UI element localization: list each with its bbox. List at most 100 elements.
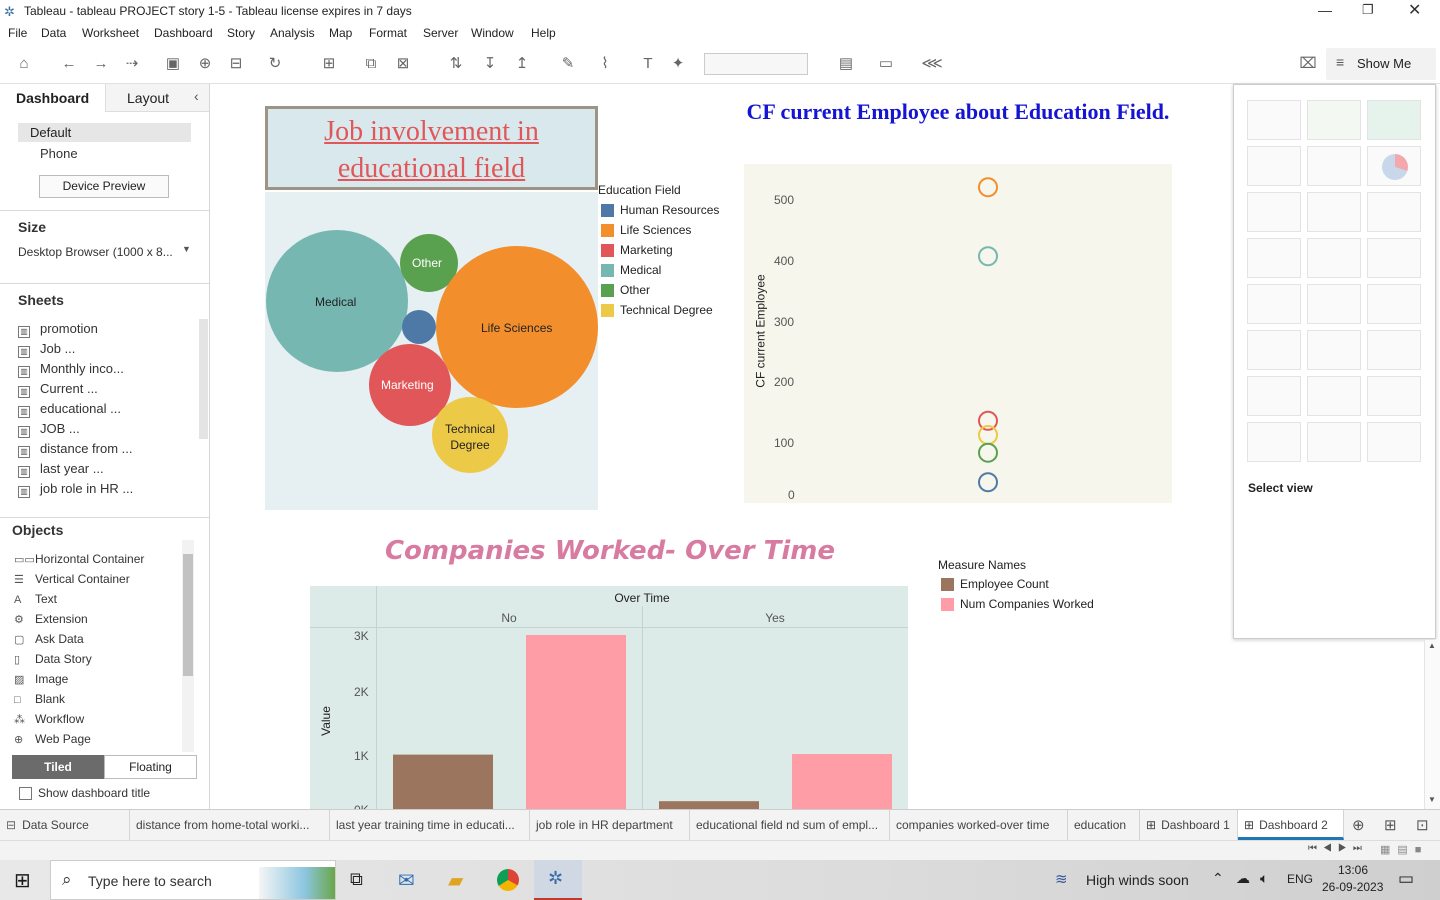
- canvas-scrollbar[interactable]: ▲ ▼: [1424, 640, 1440, 809]
- clear-sheet-icon[interactable]: ⊠: [392, 54, 414, 74]
- volume-icon[interactable]: 🔈︎: [1260, 870, 1268, 887]
- scatter-point-technical-degree[interactable]: [978, 425, 998, 445]
- chart-type-highlight-table[interactable]: [1367, 100, 1421, 140]
- size-dropdown-arrow-icon[interactable]: ▼: [182, 244, 191, 254]
- task-view-icon[interactable]: ⧉: [350, 869, 363, 890]
- object-vertical-container[interactable]: ☰ Vertical Container: [14, 572, 130, 586]
- view-switch-icon[interactable]: ▦▤■: [1380, 843, 1428, 856]
- sheet-item[interactable]: ▥ JOB ...: [18, 421, 80, 438]
- chart-type-text-table[interactable]: [1247, 100, 1301, 140]
- scatter-point-medical[interactable]: [978, 246, 998, 267]
- menu-window[interactable]: Window: [471, 26, 514, 40]
- home-icon[interactable]: ⌂: [13, 54, 35, 74]
- scatter-point-other[interactable]: [978, 442, 998, 463]
- menu-server[interactable]: Server: [423, 26, 458, 40]
- chart-type-packed-bubbles[interactable]: [1367, 422, 1421, 462]
- object-ask-data[interactable]: ▢ Ask Data: [14, 632, 84, 646]
- highlight-icon[interactable]: ✎: [557, 54, 579, 74]
- chart-type-box-whisker[interactable]: [1367, 376, 1421, 416]
- restore-icon[interactable]: ❐: [1362, 2, 1374, 18]
- sheet-item[interactable]: ▥ last year ...: [18, 461, 104, 478]
- sheet-item[interactable]: ▥ educational ...: [18, 401, 121, 418]
- chrome-icon[interactable]: [497, 869, 519, 891]
- mail-icon[interactable]: ✉: [398, 868, 415, 893]
- swap-icon[interactable]: ⇅: [445, 54, 467, 74]
- size-dropdown[interactable]: Desktop Browser (1000 x 8...: [18, 245, 173, 259]
- new-dashboard-tab-icon[interactable]: ⊞: [1384, 816, 1397, 834]
- object-horizontal-container[interactable]: ▭▭Horizontal Container: [14, 552, 144, 566]
- scatter-point-life-sciences[interactable]: [978, 177, 998, 198]
- bar-chart-area[interactable]: Over Time No Yes Value 3K 2K 1K 0K: [310, 586, 908, 809]
- chart-type-area-continuous[interactable]: [1247, 330, 1301, 370]
- menu-file[interactable]: File: [8, 26, 27, 40]
- language-indicator[interactable]: ENG: [1287, 872, 1313, 886]
- chart-type-pie[interactable]: [1367, 146, 1421, 186]
- new-worksheet-tab-icon[interactable]: ⊕: [1352, 816, 1365, 834]
- sheet-item[interactable]: ▥ distance from ...: [18, 441, 132, 458]
- chart-type-stacked-bars[interactable]: [1307, 192, 1361, 232]
- chart-type-symbol-map[interactable]: [1247, 146, 1301, 186]
- windows-start-icon[interactable]: ⊞: [14, 868, 31, 893]
- object-blank[interactable]: □ Blank: [14, 692, 65, 706]
- chart-type-dual-combination[interactable]: [1367, 330, 1421, 370]
- education-legend[interactable]: Education Field Human Resources Life Sci…: [598, 181, 743, 321]
- measure-legend[interactable]: Measure Names Employee Count Num Compani…: [938, 558, 1118, 618]
- object-data-story[interactable]: ▯ Data Story: [14, 652, 92, 666]
- device-default[interactable]: Default: [18, 123, 191, 142]
- sheet-item[interactable]: ▥ job role in HR ...: [18, 481, 133, 498]
- floating-button[interactable]: Floating: [104, 755, 197, 779]
- redo-icon[interactable]: →: [90, 54, 112, 74]
- chart-type-scatter[interactable]: [1247, 376, 1301, 416]
- tab-layout[interactable]: Layout ‹: [105, 84, 209, 112]
- file-explorer-icon[interactable]: ▰: [448, 868, 463, 893]
- scroll-down-icon[interactable]: ▼: [1428, 795, 1436, 804]
- show-me-button[interactable]: ≡ Show Me: [1326, 48, 1436, 80]
- clock-time[interactable]: 13:06: [1338, 863, 1368, 877]
- fit-dropdown[interactable]: [704, 53, 808, 75]
- chart-type-treemap[interactable]: [1247, 238, 1301, 278]
- menu-story[interactable]: Story: [227, 26, 255, 40]
- sheets-scrollbar[interactable]: [199, 319, 208, 439]
- tab-sheet[interactable]: education: [1068, 810, 1140, 840]
- collapse-icon[interactable]: ‹: [194, 88, 199, 104]
- chart-type-dual-lines[interactable]: [1367, 284, 1421, 324]
- tab-sheet[interactable]: educational field nd sum of empl...: [690, 810, 890, 840]
- undo-icon[interactable]: ←: [58, 54, 80, 74]
- tab-sheet[interactable]: last year training time in educati...: [330, 810, 530, 840]
- device-preview-button[interactable]: Device Preview: [39, 175, 169, 198]
- minimize-icon[interactable]: —: [1318, 2, 1332, 18]
- chart-type-horizontal-bars[interactable]: [1247, 192, 1301, 232]
- clock-date[interactable]: 26-09-2023: [1322, 880, 1383, 894]
- tableau-taskbar-app[interactable]: ✲: [534, 860, 582, 900]
- scatter-point-marketing[interactable]: [978, 410, 998, 431]
- taskbar-search-box[interactable]: ⌕ Type here to search: [50, 860, 336, 900]
- menu-data[interactable]: Data: [41, 26, 66, 40]
- bar-num-companies-worked-yes[interactable]: [792, 754, 892, 809]
- format-painter-icon[interactable]: ⌧: [1297, 54, 1319, 74]
- refresh-icon[interactable]: ↻: [264, 54, 286, 74]
- new-datasource-icon[interactable]: ⊕: [194, 54, 216, 74]
- duplicate-icon[interactable]: ⧉: [360, 54, 382, 74]
- presentation-icon[interactable]: ▭: [875, 54, 897, 74]
- bar-employee-count-yes[interactable]: [659, 801, 759, 809]
- new-story-tab-icon[interactable]: ⊡: [1416, 816, 1429, 834]
- sheet-item[interactable]: ▥ promotion: [18, 321, 98, 338]
- scroll-up-icon[interactable]: ▲: [1428, 641, 1436, 650]
- object-text[interactable]: A Text: [14, 592, 57, 606]
- tab-sheet[interactable]: distance from home-total worki...: [130, 810, 330, 840]
- pin-icon[interactable]: ✦: [667, 54, 689, 74]
- weather-text[interactable]: High winds soon: [1086, 872, 1189, 888]
- object-extension[interactable]: ⚙ Extension: [14, 612, 88, 626]
- chart-type-lines-continuous[interactable]: [1247, 284, 1301, 324]
- network-icon[interactable]: ☁: [1236, 870, 1250, 887]
- objects-scrollbar[interactable]: [182, 540, 194, 752]
- sheet-navigation-icon[interactable]: ⏮◀▶⏭: [1308, 843, 1368, 854]
- chart-type-histogram[interactable]: [1307, 376, 1361, 416]
- bar-employee-count-no[interactable]: [393, 754, 493, 809]
- object-workflow[interactable]: ⁂ Workflow: [14, 712, 84, 726]
- bubble-title-box[interactable]: Job involvement in educational field: [265, 106, 598, 190]
- sort-desc-icon[interactable]: ↥: [511, 54, 533, 74]
- sort-asc-icon[interactable]: ↧: [479, 54, 501, 74]
- tab-dashboard-1[interactable]: ⊞ Dashboard 1: [1140, 810, 1238, 840]
- new-worksheet-icon[interactable]: ⊞: [318, 54, 340, 74]
